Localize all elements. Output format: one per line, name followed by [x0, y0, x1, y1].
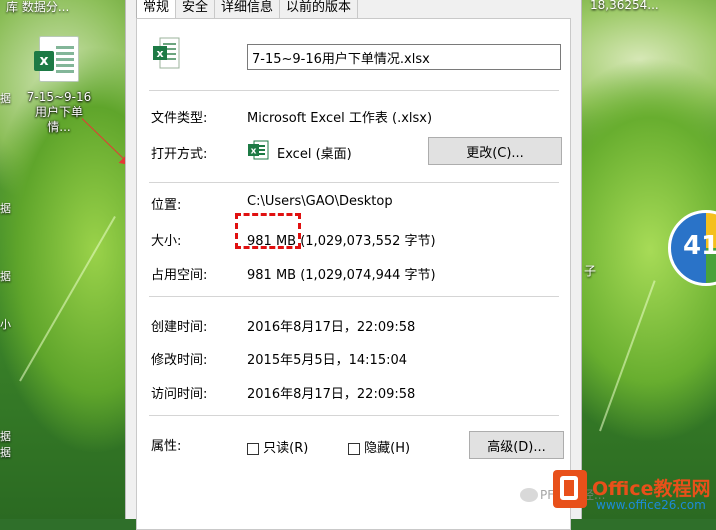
chat-bubble-icon — [520, 488, 538, 502]
excel-app-icon: x — [248, 140, 269, 160]
tab-general[interactable]: 常规 — [136, 0, 177, 20]
separator — [149, 415, 559, 416]
accessed-value: 2016年8月17日，22:09:58 — [247, 387, 416, 402]
edge-text: 据 — [0, 430, 11, 443]
properties-dialog: 常规 安全 详细信息 以前的版本 x 文件类型: Microsoft Excel… — [125, 0, 582, 530]
svg-text:x: x — [156, 47, 163, 60]
general-panel: x 文件类型: Microsoft Excel 工作表 (.xlsx) 打开方式… — [136, 18, 571, 530]
tab-previous-versions[interactable]: 以前的版本 — [279, 0, 359, 18]
size-on-disk-label: 占用空间: — [151, 268, 208, 283]
size-label: 大小: — [151, 234, 182, 249]
svg-text:x: x — [251, 147, 257, 157]
desktop-top-right-text: 18,36254... — [590, 0, 659, 12]
readonly-checkbox[interactable] — [247, 442, 259, 455]
readonly-checkbox-row[interactable]: 只读(R) — [247, 437, 308, 456]
separator — [149, 296, 559, 297]
edge-text: 据 — [0, 202, 11, 215]
tab-details[interactable]: 详细信息 — [214, 0, 281, 18]
leaf-vein — [599, 280, 656, 432]
filename-input[interactable] — [247, 44, 561, 70]
separator — [149, 90, 559, 91]
edge-text: 据 — [0, 92, 11, 105]
edge-text-right: 子 — [584, 264, 597, 278]
desktop-top-left-text: 库 数据分... — [6, 0, 70, 14]
modified-label: 修改时间: — [151, 353, 208, 368]
created-label: 创建时间: — [151, 320, 208, 335]
accessed-label: 访问时间: — [151, 387, 208, 402]
desktop-file-label: 7-15~9-16 用户下单情... — [26, 90, 92, 134]
open-with-label: 打开方式: — [151, 147, 208, 162]
widget-number: 41 — [683, 231, 716, 261]
modified-value: 2015年5月5日，14:15:04 — [247, 353, 408, 368]
separator — [149, 182, 559, 183]
office-logo-icon — [553, 470, 587, 508]
location-label: 位置: — [151, 198, 182, 213]
hidden-checkbox-row[interactable]: 隐藏(H) — [348, 437, 410, 456]
hidden-label: 隐藏(H) — [364, 441, 411, 456]
readonly-label: 只读(R) — [263, 441, 309, 456]
attributes-label: 属性: — [151, 439, 182, 454]
advanced-button[interactable]: 高级(D)... — [469, 431, 564, 459]
edge-text: 小 — [0, 318, 11, 331]
file-type-value: Microsoft Excel 工作表 (.xlsx) — [247, 111, 433, 126]
location-value: C:\Users\GAO\Desktop — [247, 194, 393, 209]
file-type-label: 文件类型: — [151, 111, 208, 126]
watermark-url: www.office26.com — [596, 498, 706, 512]
hidden-checkbox[interactable] — [348, 442, 360, 455]
watermark-brand: Office教程网 — [592, 478, 711, 500]
edge-text: 据 — [0, 270, 11, 283]
open-with-value: Excel (桌面) — [277, 147, 352, 162]
edge-text: 据 — [0, 446, 11, 459]
highlight-dashed-box — [235, 213, 301, 249]
change-button[interactable]: 更改(C)... — [428, 137, 562, 165]
circle-widget[interactable]: 41 — [668, 210, 716, 286]
excel-file-large-icon: x — [153, 37, 180, 69]
tab-bar: 常规 安全 详细信息 以前的版本 — [136, 0, 359, 20]
created-value: 2016年8月17日，22:09:58 — [247, 320, 416, 335]
watermark: PF 产品经... Office教程网 www.office26.com — [520, 470, 716, 522]
leaf-vein — [19, 215, 116, 382]
size-on-disk-value: 981 MB (1,029,074,944 字节) — [247, 268, 436, 283]
tab-security[interactable]: 安全 — [175, 0, 216, 18]
excel-file-icon: x — [34, 36, 79, 82]
